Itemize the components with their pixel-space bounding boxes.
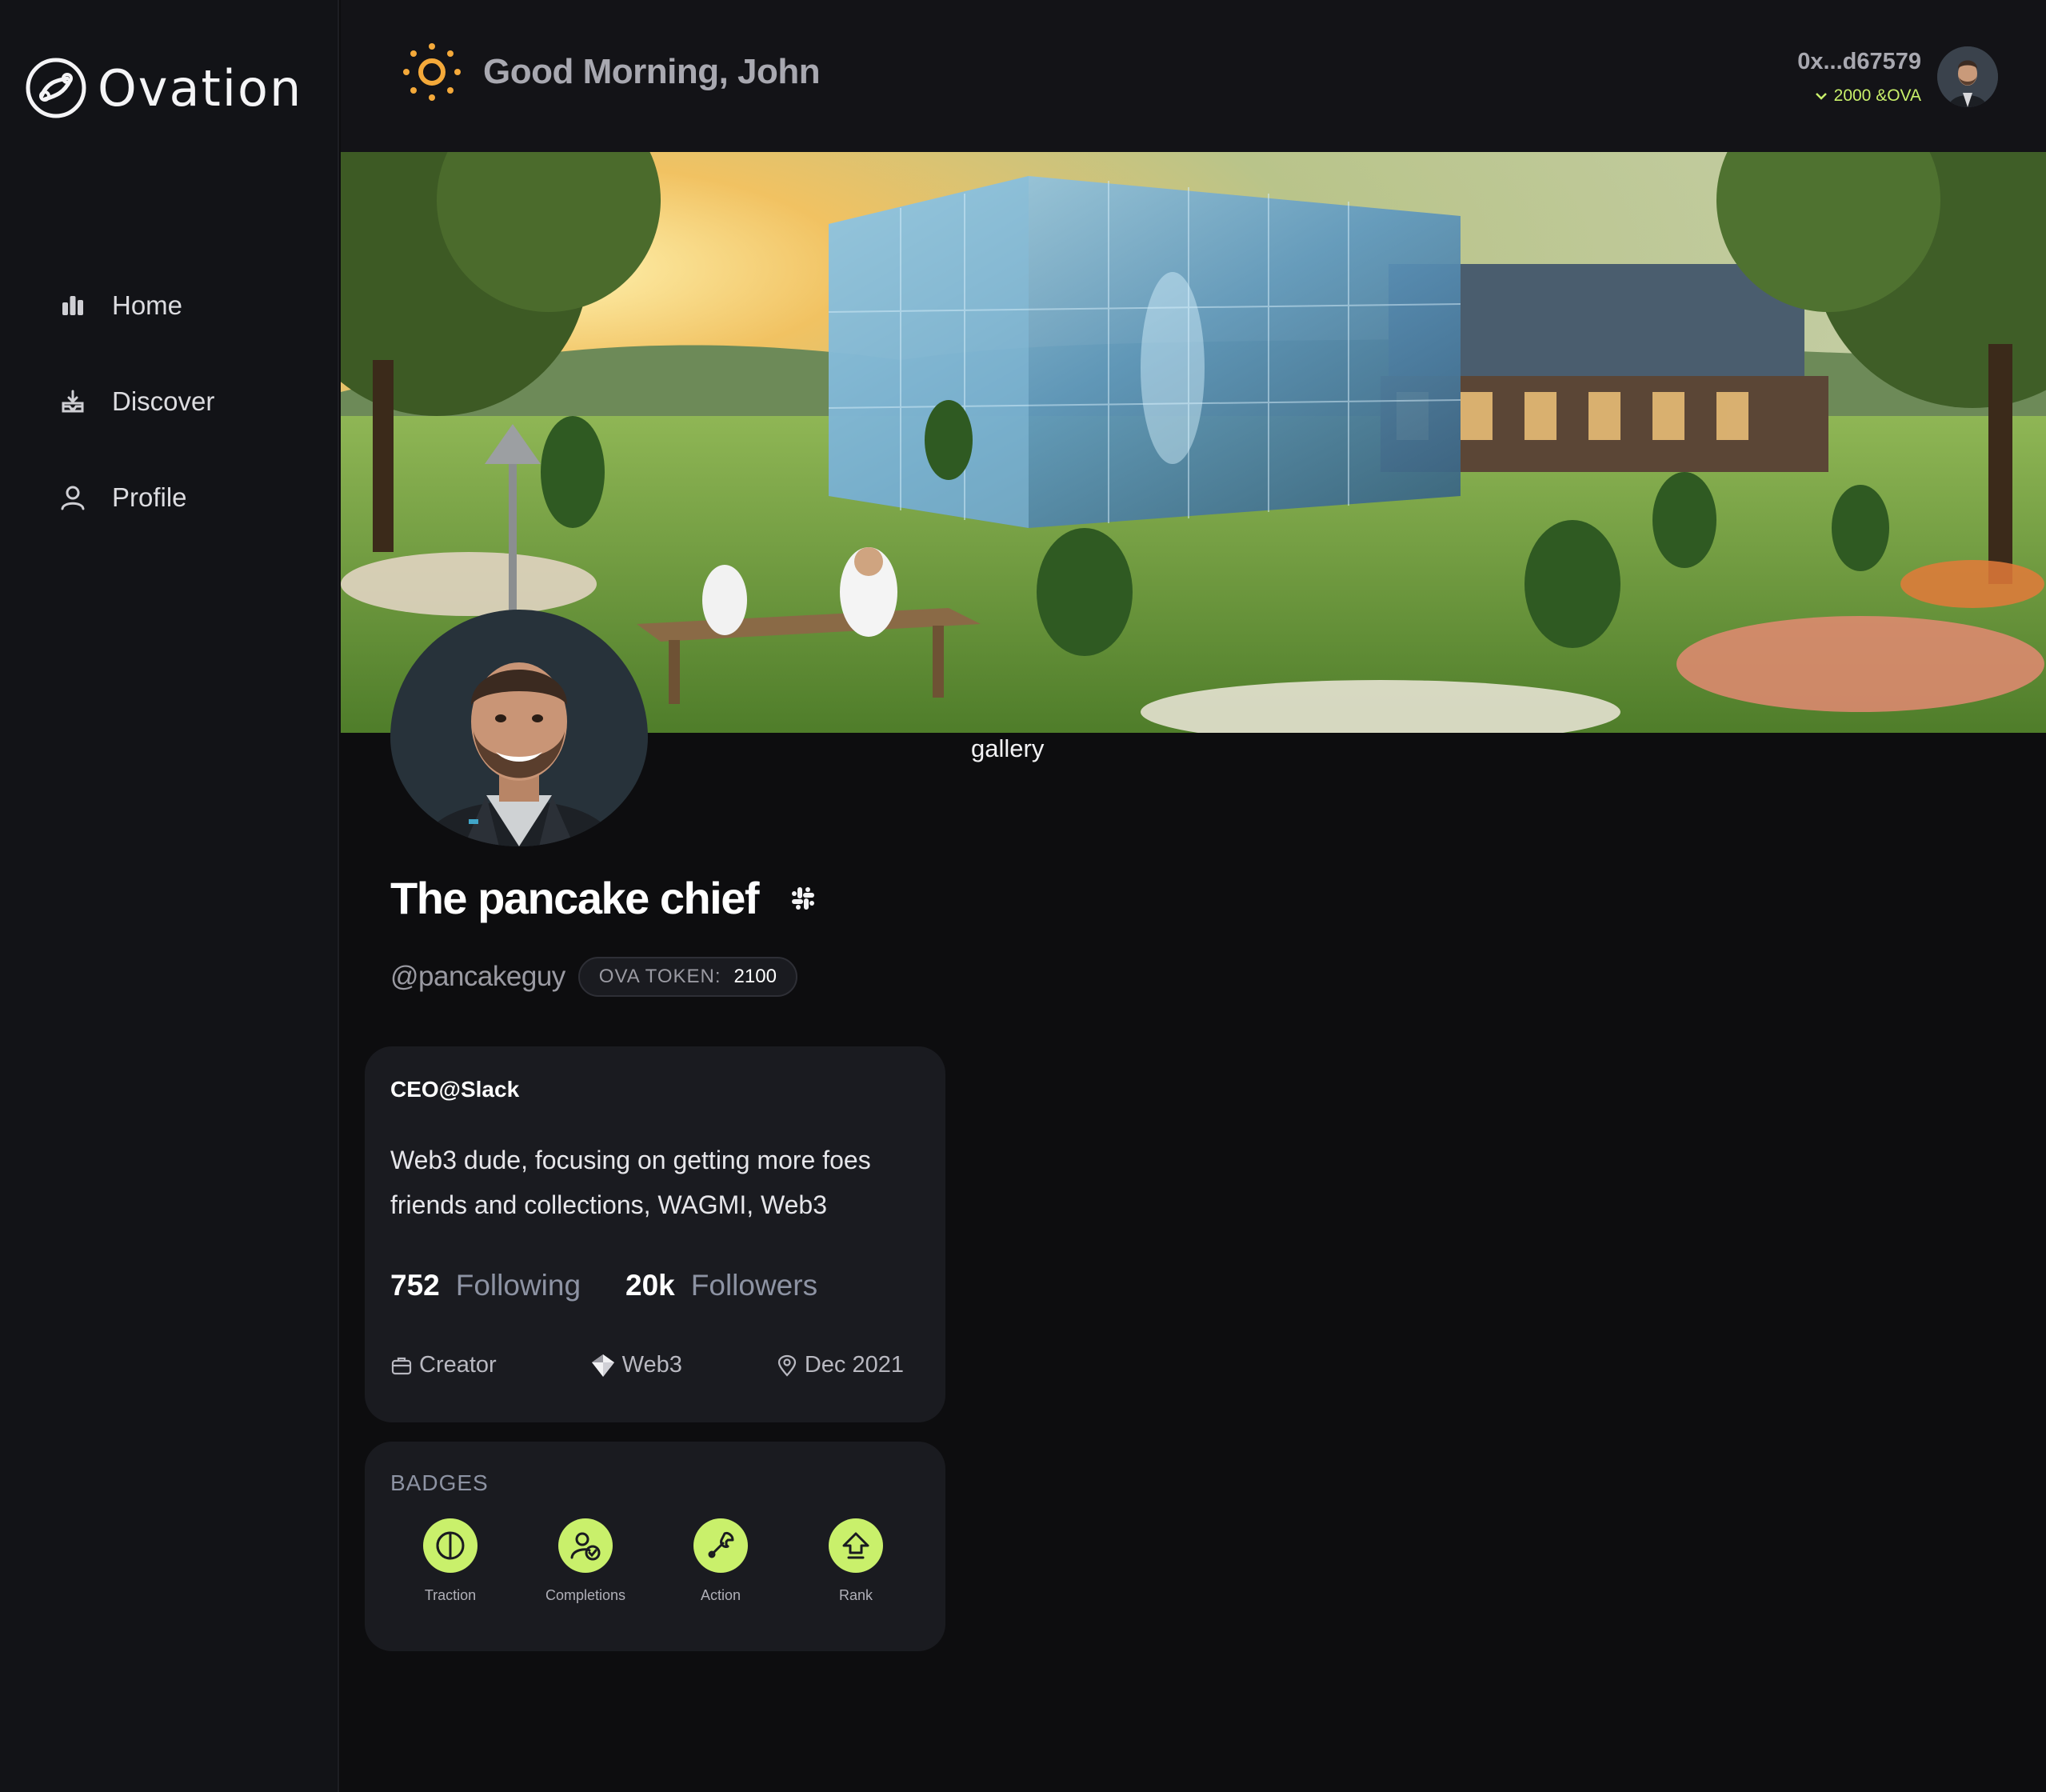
briefcase-icon: [391, 1357, 412, 1374]
profile-name: The pancake chief: [390, 872, 816, 924]
wrench-icon: [693, 1518, 748, 1573]
meta-joined-text: Dec 2021: [804, 1352, 904, 1378]
user-avatar[interactable]: [1937, 46, 1998, 107]
balance-text: 2000 &OVA: [1833, 86, 1921, 105]
meta-interest: Web3: [590, 1352, 682, 1378]
meta-role: Creator: [390, 1352, 497, 1378]
profile-handle: @pancakeguy: [390, 961, 565, 992]
app-name: Ovation: [98, 58, 303, 118]
profile-bio: Web3 dude, focusing on getting more foes…: [390, 1146, 871, 1219]
badge-completions[interactable]: Completions: [525, 1518, 645, 1604]
sidebar-item-home[interactable]: Home: [58, 282, 214, 330]
profile-meta: Creator Web3 Dec 2021: [390, 1352, 904, 1378]
meta-role-text: Creator: [419, 1352, 497, 1378]
handle-row: @pancakeguy OVA TOKEN: 2100: [390, 957, 797, 997]
ovation-logo[interactable]: Ovation: [24, 56, 302, 120]
sidebar-nav: Home Discover Profile: [58, 282, 214, 570]
followers-count[interactable]: 20k: [625, 1269, 675, 1302]
followers-label[interactable]: Followers: [691, 1269, 817, 1302]
wallet-address: 0x...d67579: [1797, 48, 1921, 74]
wallet-balance[interactable]: 2000 &OVA: [1797, 86, 1921, 106]
following-count[interactable]: 752: [390, 1269, 440, 1302]
sidebar-item-label: Home: [112, 290, 183, 320]
badges-card: BADGES Traction Completions Action Rank: [365, 1442, 945, 1651]
badge-rank[interactable]: Rank: [796, 1518, 916, 1604]
badge-label: Action: [700, 1587, 741, 1603]
account-info: 0x...d67579 2000 &OVA: [1797, 49, 1921, 106]
cover-gallery-label[interactable]: gallery: [971, 734, 1044, 763]
ovation-logo-icon: [26, 58, 86, 118]
badge-action[interactable]: Action: [661, 1518, 781, 1604]
traction-icon: [423, 1518, 478, 1573]
completions-icon: [558, 1518, 613, 1573]
badge-label: Rank: [838, 1587, 873, 1603]
greeting-text: Good Morning, John: [483, 52, 821, 91]
profile-info-card: CEO@Slack Web3 dude, focusing on getting…: [365, 1046, 945, 1422]
discover-icon: [58, 386, 88, 417]
chevron-down-icon: [1815, 92, 1827, 100]
greeting: Good Morning, John: [402, 42, 821, 102]
sidebar-item-profile[interactable]: Profile: [58, 474, 214, 522]
sun-icon: [403, 43, 461, 101]
meta-joined: Dec 2021: [776, 1352, 904, 1378]
token-value: 2100: [733, 966, 777, 987]
account-menu[interactable]: 0x...d67579 2000 &OVA: [1797, 46, 1998, 107]
sidebar-item-discover[interactable]: Discover: [58, 378, 214, 426]
badges-title: BADGES: [390, 1470, 489, 1495]
web3-icon: [591, 1354, 614, 1377]
following-label[interactable]: Following: [456, 1269, 581, 1302]
slack-icon: [792, 886, 815, 910]
location-pin-icon: [777, 1354, 796, 1377]
user-icon: [58, 482, 88, 513]
badge-label: Completions: [545, 1587, 626, 1603]
bar-chart-icon: [58, 290, 88, 321]
ova-token-badge: OVA TOKEN: 2100: [577, 957, 797, 997]
meta-interest-text: Web3: [621, 1352, 682, 1378]
rank-up-icon: [829, 1518, 883, 1573]
sidebar-item-label: Discover: [112, 386, 215, 416]
profile-name-text: The pancake chief: [390, 873, 760, 923]
token-label: OVA TOKEN:: [598, 966, 721, 987]
sidebar: Ovation Home Discover Profile: [0, 0, 339, 1792]
follow-stats: 752 Following 20k Followers: [390, 1269, 817, 1302]
sidebar-item-label: Profile: [112, 482, 187, 512]
profile-title: CEO@Slack: [390, 1077, 520, 1102]
badge-traction[interactable]: Traction: [390, 1518, 510, 1604]
top-header: Good Morning, John 0x...d67579 2000 &OVA: [341, 0, 2046, 152]
badge-label: Traction: [424, 1587, 477, 1603]
